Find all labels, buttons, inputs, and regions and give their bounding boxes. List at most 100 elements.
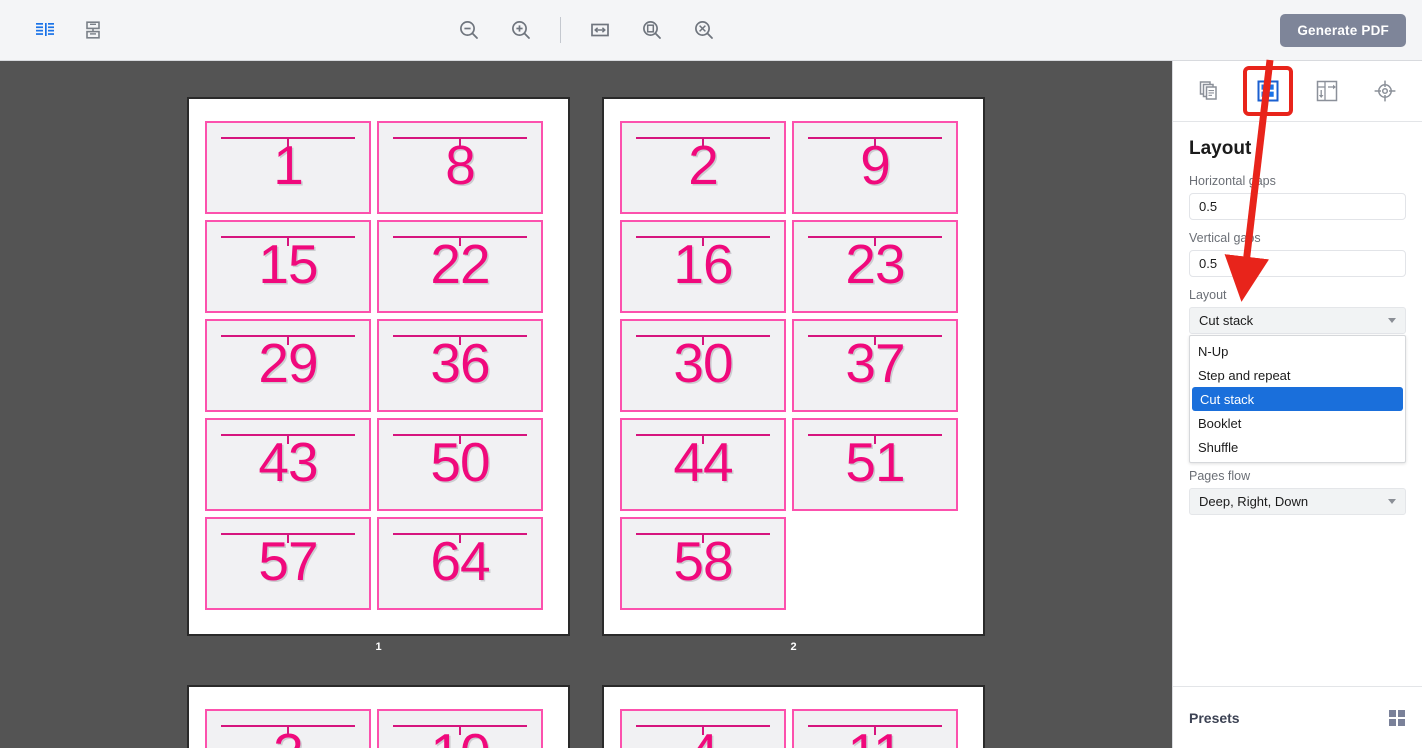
chevron-down-icon: [1388, 318, 1396, 323]
sheet-wrapper: 1 8 15 22 29 36 43 50 57 64 1: [187, 97, 570, 653]
crop-mark-tick: [459, 137, 461, 147]
sheet[interactable]: 2 9 16 23 30 37 44 51 58: [602, 97, 985, 636]
imposition-cell[interactable]: 43: [205, 418, 371, 511]
crop-mark-tick: [702, 533, 704, 543]
layout-select-value: Cut stack: [1199, 313, 1254, 328]
crop-mark-tick: [287, 236, 289, 246]
crop-mark-tick: [874, 725, 876, 735]
panel-content: Layout Horizontal gaps Vertical gaps Lay…: [1173, 122, 1422, 686]
cell-row: 43 50: [205, 418, 552, 511]
imposition-cell[interactable]: 3: [205, 709, 371, 748]
right-panel: Layout Horizontal gaps Vertical gaps Lay…: [1172, 61, 1422, 748]
panel-tab-marks[interactable]: [1363, 69, 1407, 113]
toolbar-right-group: Generate PDF: [1280, 13, 1406, 47]
presets-label: Presets: [1189, 709, 1240, 726]
cell-row: 29: [620, 121, 967, 214]
cell-row: 411: [620, 709, 967, 748]
imposition-cell[interactable]: 36: [377, 319, 543, 412]
fit-width-icon[interactable]: [583, 13, 617, 47]
panel-tab-layout[interactable]: [1243, 66, 1294, 116]
imposition-cell[interactable]: 9: [792, 121, 958, 214]
horizontal-gaps-label: Horizontal gaps: [1189, 174, 1276, 188]
layout-select[interactable]: Cut stack: [1189, 307, 1406, 334]
crop-mark-tick: [287, 533, 289, 543]
crop-mark-tick: [459, 725, 461, 735]
layout-option-cut-stack[interactable]: Cut stack: [1192, 387, 1403, 411]
preview-canvas[interactable]: 1815222936435057641291623303744515823101…: [0, 61, 1172, 748]
crop-mark-tick: [702, 335, 704, 345]
app-root: Generate PDF 1 8 15 22 29 36 43 50 57 64 1 2 9 16 23 30…: [0, 0, 1422, 748]
zoom-out-icon[interactable]: [452, 13, 486, 47]
imposition-cell[interactable]: 4: [620, 709, 786, 748]
grid-icon[interactable]: [1388, 709, 1406, 727]
imposition-cell[interactable]: 2: [620, 121, 786, 214]
imposition-cell[interactable]: 44: [620, 418, 786, 511]
imposition-cell[interactable]: 58: [620, 517, 786, 610]
crop-mark-tick: [874, 137, 876, 147]
imposition-cell[interactable]: 1: [205, 121, 371, 214]
cell-row: 30 37: [620, 319, 967, 412]
cell-row: 57 64: [205, 517, 552, 610]
cell-row: 15 22: [205, 220, 552, 313]
sheet-wrapper: 411182532394653604: [602, 685, 985, 748]
generate-pdf-button[interactable]: Generate PDF: [1280, 13, 1406, 47]
sheet[interactable]: 41118253239465360: [602, 685, 985, 748]
imposition-cell[interactable]: 22: [377, 220, 543, 313]
imposition-cell[interactable]: 57: [205, 517, 371, 610]
split-view-icon[interactable]: [28, 13, 62, 47]
imposition-cell[interactable]: 23: [792, 220, 958, 313]
vertical-gaps-label: Vertical gaps: [1189, 231, 1261, 245]
cell-row: 310: [205, 709, 552, 748]
fit-page-icon[interactable]: [635, 13, 669, 47]
top-toolbar: Generate PDF: [0, 0, 1422, 61]
imposition-cell[interactable]: 11: [792, 709, 958, 748]
sheet[interactable]: 1 8 15 22 29 36 43 50 57 64: [187, 97, 570, 636]
layout-option-booklet[interactable]: Booklet: [1190, 411, 1405, 435]
layout-option-n-up[interactable]: N-Up: [1190, 339, 1405, 363]
presets-section[interactable]: Presets: [1173, 686, 1422, 748]
crop-mark-tick: [874, 335, 876, 345]
toolbar-zoom-group: [0, 13, 1172, 47]
imposition-cell[interactable]: 16: [620, 220, 786, 313]
layout-dropdown-list[interactable]: N-Up Step and repeat Cut stack Booklet Shuff…: [1189, 335, 1406, 463]
panel-tab-flow[interactable]: [1305, 69, 1349, 113]
cell-row: 29 36: [205, 319, 552, 412]
sheet-list: 1815222936435057641291623303744515823101…: [164, 97, 1008, 748]
horizontal-gaps-input[interactable]: [1189, 193, 1406, 220]
sheet-page-label: 1: [375, 641, 382, 653]
layout-select-label: Layout: [1189, 288, 1227, 302]
imposition-cell[interactable]: 15: [205, 220, 371, 313]
layout-option-shuffle[interactable]: Shuffle: [1190, 435, 1405, 459]
crop-mark-tick: [287, 725, 289, 735]
panel-tab-pages[interactable]: [1188, 69, 1232, 113]
crop-mark-tick: [702, 434, 704, 444]
vertical-gaps-input[interactable]: [1189, 250, 1406, 277]
sheet-wrapper: 310172431384552593: [187, 685, 570, 748]
imposition-cell[interactable]: 29: [205, 319, 371, 412]
cell-row: 18: [205, 121, 552, 214]
pages-flow-select[interactable]: Deep, Right, Down: [1189, 488, 1406, 515]
imposition-cell[interactable]: 64: [377, 517, 543, 610]
imposition-cell[interactable]: 50: [377, 418, 543, 511]
crop-mark-tick: [874, 434, 876, 444]
imposition-cell[interactable]: 51: [792, 418, 958, 511]
crop-mark-tick: [287, 335, 289, 345]
imposition-cell[interactable]: 37: [792, 319, 958, 412]
crop-mark-tick: [459, 236, 461, 246]
save-icon[interactable]: [76, 13, 110, 47]
pages-flow-label: Pages flow: [1189, 469, 1251, 483]
reset-zoom-icon[interactable]: [687, 13, 721, 47]
imposition-cell[interactable]: 10: [377, 709, 543, 748]
cell-row: 16 23: [620, 220, 967, 313]
sheet[interactable]: 31017243138455259: [187, 685, 570, 748]
chevron-down-icon: [1388, 499, 1396, 504]
pages-flow-value: Deep, Right, Down: [1199, 494, 1309, 509]
layout-option-step-and-repeat[interactable]: Step and repeat: [1190, 363, 1405, 387]
imposition-cell[interactable]: 30: [620, 319, 786, 412]
imposition-cell[interactable]: 8: [377, 121, 543, 214]
zoom-in-icon[interactable]: [504, 13, 538, 47]
main-body: 1815222936435057641291623303744515823101…: [0, 61, 1422, 748]
toolbar-divider: [559, 17, 561, 43]
crop-mark-tick: [459, 434, 461, 444]
sheet-wrapper: 2 9 16 23 30 37 44 51 58 2: [602, 97, 985, 653]
